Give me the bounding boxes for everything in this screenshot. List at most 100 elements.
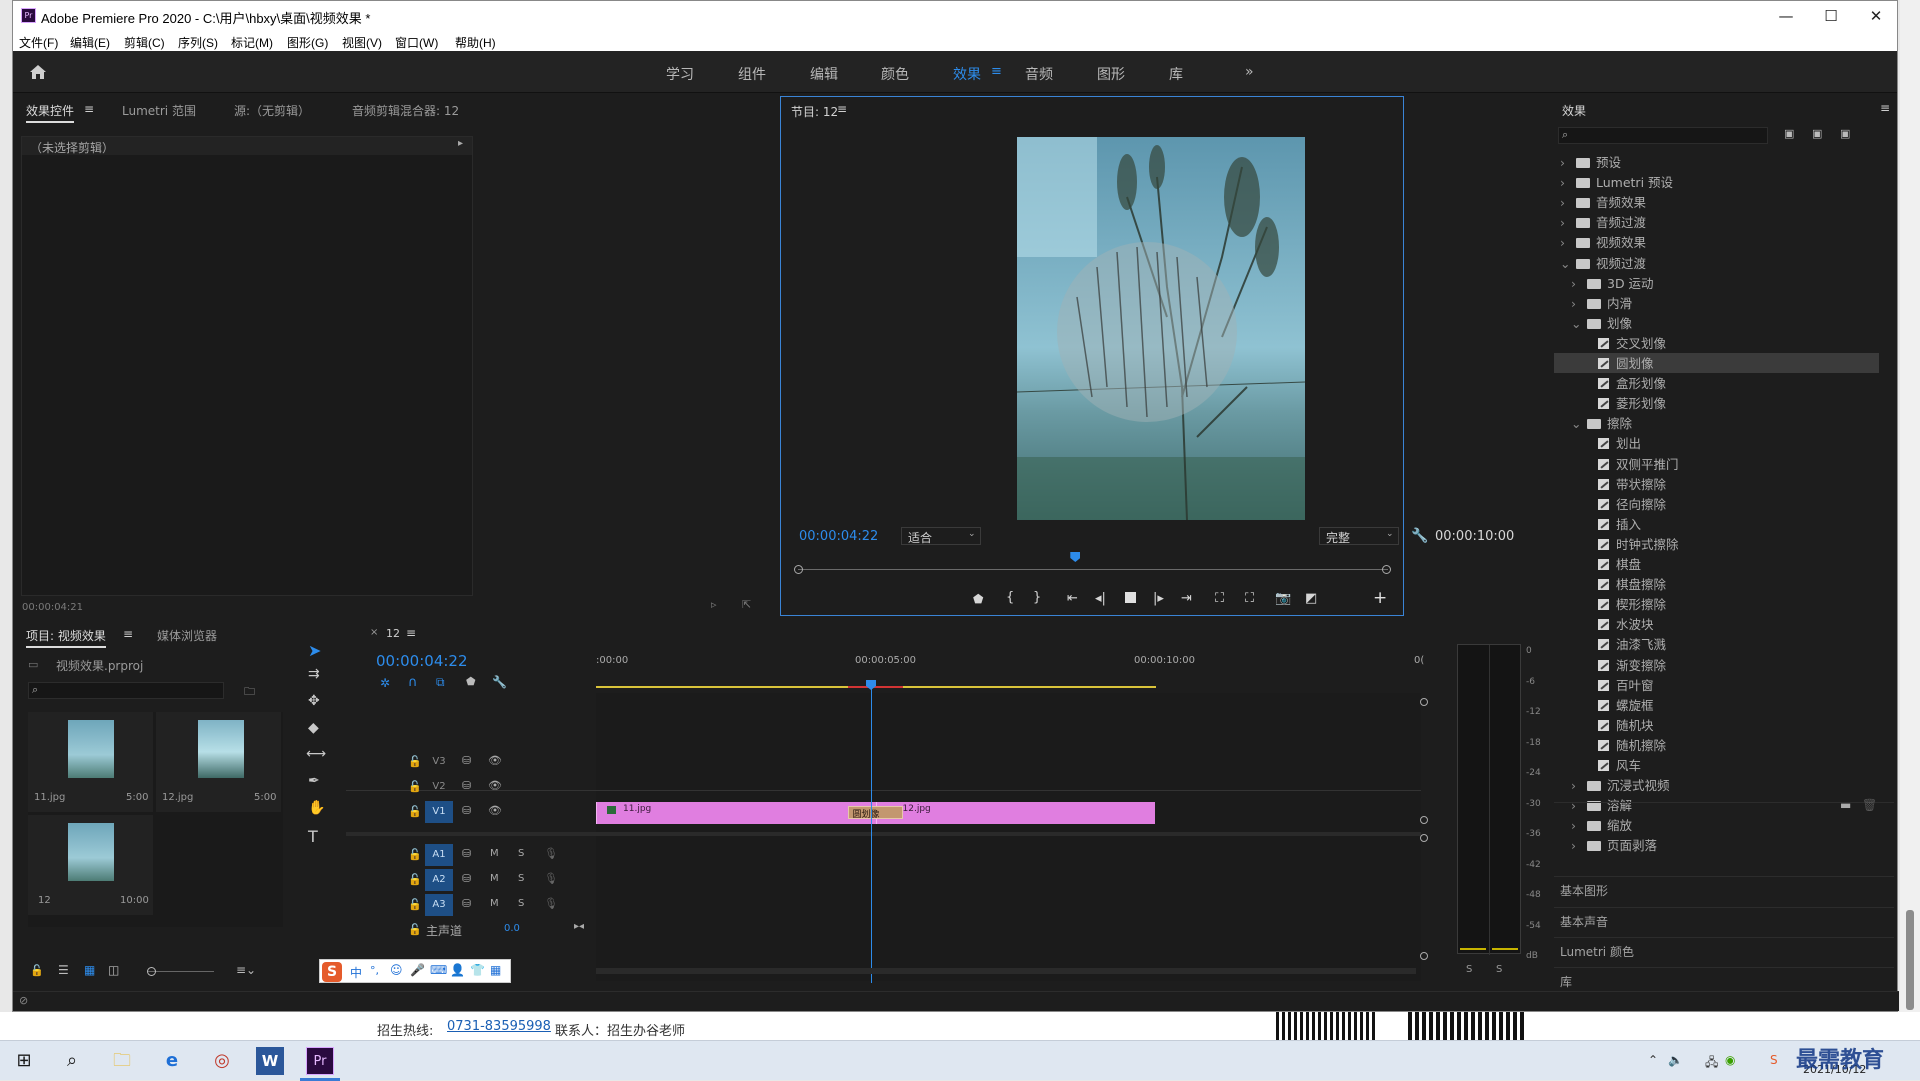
chevron-right-icon[interactable]: › <box>1571 296 1583 311</box>
effect-item[interactable]: 带状擦除 <box>1554 474 1879 494</box>
menu-clip[interactable]: 剪辑(C) <box>124 34 165 51</box>
eye-icon[interactable]: 👁 <box>488 754 502 767</box>
effect-item[interactable]: 交叉划像 <box>1554 333 1879 353</box>
new-bin-icon[interactable]: 🗀 <box>244 683 255 702</box>
icon-view-icon[interactable]: ▦ <box>84 963 95 977</box>
workspace-audio[interactable]: 音频 <box>1025 64 1053 84</box>
workspace-assembly[interactable]: 组件 <box>738 64 766 84</box>
tab-media-browser[interactable]: 媒体浏览器 <box>157 627 217 644</box>
section-essential-sound[interactable]: 基本声音 <box>1554 907 1894 933</box>
add-button-icon[interactable]: + <box>1373 588 1387 608</box>
menu-graphics[interactable]: 图形(G) <box>287 34 328 51</box>
timeline-timecode[interactable]: 00:00:04:22 <box>376 652 468 670</box>
hotline-link[interactable]: 0731-83595998 <box>447 1019 551 1034</box>
sequence-tab[interactable]: 12 <box>386 627 400 640</box>
effects-search-input[interactable]: ⌕ <box>1558 127 1768 144</box>
workspace-effects[interactable]: 效果 <box>953 64 981 84</box>
solo-button[interactable]: S <box>518 848 524 859</box>
effect-item[interactable]: 插入 <box>1554 514 1879 534</box>
fit-dropdown[interactable]: 适合 ⌄ <box>901 527 981 545</box>
tray-expand-icon[interactable]: ⌃ <box>1648 1053 1658 1067</box>
lock-icon[interactable]: 🔓 <box>408 923 422 936</box>
effect-item[interactable]: 双侧平推门 <box>1554 454 1879 474</box>
meter-solo-left[interactable]: S <box>1466 964 1472 975</box>
tab-menu-icon[interactable]: ≡ <box>84 102 94 116</box>
effect-folder[interactable]: › 缩放 <box>1554 815 1879 835</box>
workspace-menu-icon[interactable]: ≡ <box>991 64 1002 79</box>
in-handle[interactable] <box>794 565 803 574</box>
chevron-right-icon[interactable]: › <box>1560 235 1572 250</box>
track-target-a2[interactable]: A2 <box>425 869 453 891</box>
network-icon[interactable]: 🖧 <box>1705 1053 1718 1074</box>
chevron-right-icon[interactable]: › <box>1560 175 1572 190</box>
effect-item[interactable]: 百叶窗 <box>1554 675 1879 695</box>
host-scrollbar-thumb[interactable] <box>1906 910 1914 1010</box>
effect-item[interactable]: 棋盘 <box>1554 554 1879 574</box>
timeline-settings-wrench-icon[interactable]: 🔧 <box>492 675 507 689</box>
effect-item[interactable]: 时钟式擦除 <box>1554 534 1879 554</box>
effect-item[interactable]: 随机块 <box>1554 715 1879 735</box>
track-target-v2[interactable]: V2 <box>425 776 453 798</box>
file-explorer-icon[interactable]: 🗀 <box>108 1047 136 1075</box>
trash-icon[interactable]: 🗑 <box>1862 798 1877 812</box>
microphone-icon[interactable]: 🎙 <box>544 872 558 885</box>
solo-button[interactable]: S <box>518 898 524 909</box>
tray-app-icon[interactable]: ◉ <box>1725 1053 1735 1067</box>
slip-tool-icon[interactable]: ⟷ <box>306 746 326 762</box>
effect-item[interactable]: 螺旋框 <box>1554 695 1879 715</box>
mark-in-icon[interactable]: { <box>1006 590 1014 605</box>
effect-folder[interactable]: ⌄ 擦除 <box>1554 413 1879 433</box>
project-item[interactable]: 11.jpg 5:00 <box>28 712 153 812</box>
nest-icon[interactable]: ✲ <box>380 676 390 690</box>
audio-scroll-handle[interactable] <box>1420 834 1428 842</box>
sort-icon[interactable]: ≡⌄ <box>236 963 256 977</box>
compare-view-icon[interactable]: ◩ <box>1305 591 1317 606</box>
quality-dropdown[interactable]: 完整 ⌄ <box>1319 527 1399 545</box>
ime-toolbox[interactable]: ▦ <box>490 963 501 977</box>
app-icon[interactable]: ◎ <box>208 1047 236 1075</box>
stop-icon[interactable] <box>1125 592 1136 603</box>
program-timecode[interactable]: 00:00:04:22 <box>799 529 878 544</box>
search-icon[interactable]: ⌕ <box>58 1047 86 1075</box>
lock-icon[interactable]: 🔓 <box>408 805 422 818</box>
chevron-right-icon[interactable]: › <box>1571 818 1583 833</box>
effect-folder[interactable]: › 音频效果 <box>1554 192 1879 212</box>
lock-icon[interactable]: 🔓 <box>408 848 422 861</box>
chevron-down-icon[interactable]: ⌄ <box>1571 416 1583 431</box>
effect-item[interactable]: 渐变擦除 <box>1554 655 1879 675</box>
effect-item[interactable]: 油漆飞溅 <box>1554 634 1879 654</box>
new-bin-icon[interactable]: ▬ <box>1840 798 1851 812</box>
tab-effect-controls[interactable]: 效果控件 <box>26 102 75 123</box>
go-to-out-icon[interactable]: ⇥ <box>1181 591 1192 606</box>
effect-item[interactable]: 径向擦除 <box>1554 494 1879 514</box>
effect-folder[interactable]: ⌄ 视频过渡 <box>1554 253 1879 273</box>
timeline-horizontal-scrollbar[interactable] <box>596 968 1416 974</box>
video-scroll-handle[interactable] <box>1420 698 1428 706</box>
effect-folder[interactable]: › 内滑 <box>1554 293 1879 313</box>
32bit-effects-icon[interactable]: ▣ <box>1812 127 1822 140</box>
menu-window[interactable]: 窗口(W) <box>395 34 438 51</box>
sogou-tray-icon[interactable]: S <box>1770 1053 1778 1067</box>
sync-lock-icon[interactable]: ⛁ <box>462 847 471 860</box>
workspace-graphics[interactable]: 图形 <box>1097 64 1125 84</box>
type-tool-icon[interactable]: T <box>308 827 318 846</box>
effect-folder[interactable]: › 视频效果 <box>1554 232 1879 252</box>
word-icon[interactable]: W <box>256 1047 284 1075</box>
out-handle[interactable] <box>1382 565 1391 574</box>
linked-selection-icon[interactable]: ⧉ <box>436 675 445 690</box>
mark-out-icon[interactable]: } <box>1033 590 1041 605</box>
sync-lock-icon[interactable]: ⛁ <box>462 804 471 817</box>
home-icon[interactable] <box>29 64 47 80</box>
workspace-learn[interactable]: 学习 <box>666 64 694 84</box>
yuv-effects-icon[interactable]: ▣ <box>1840 127 1850 140</box>
mute-button[interactable]: M <box>490 848 499 859</box>
lock-icon[interactable]: 🔓 <box>408 780 422 793</box>
menu-sequence[interactable]: 序列(S) <box>178 34 218 51</box>
wrench-icon[interactable]: 🔧 <box>1411 528 1428 544</box>
track-target-a3[interactable]: A3 <box>425 894 453 916</box>
effect-item[interactable]: 盒形划像 <box>1554 373 1879 393</box>
chevron-right-icon[interactable]: › <box>1571 838 1583 853</box>
snap-icon[interactable]: ∩ <box>408 675 418 690</box>
lock-icon[interactable]: 🔓 <box>408 898 422 911</box>
sync-lock-icon[interactable]: ⛁ <box>462 872 471 885</box>
